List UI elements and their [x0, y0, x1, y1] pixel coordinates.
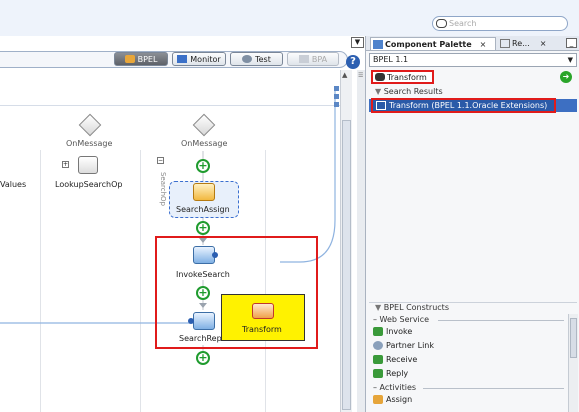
- palette-item-reply[interactable]: Reply: [373, 369, 408, 378]
- group-web-service-label: Web Service: [379, 315, 430, 324]
- group-web-service: – Web Service: [373, 315, 430, 324]
- group-activities: – Activities: [373, 383, 417, 392]
- reply-label: Reply: [386, 369, 409, 378]
- receive-label: Receive: [386, 355, 418, 364]
- reply-icon: [373, 369, 383, 378]
- palette-icon: [373, 39, 383, 49]
- constructs-header-label: BPEL Constructs: [383, 303, 449, 312]
- minimize-icon[interactable]: _: [566, 38, 577, 48]
- tab-component-label: Component Palette: [385, 39, 472, 49]
- assign-label: Assign: [386, 395, 413, 404]
- collapse-icon: ▼: [375, 303, 384, 312]
- tab-resource[interactable]: Re... ×: [498, 37, 550, 50]
- result-item-label: Transform (BPEL 1.1.Oracle Extensions): [389, 101, 548, 110]
- palette-item-assign[interactable]: Assign: [373, 395, 412, 404]
- values-label: Values: [0, 180, 27, 189]
- assign-icon: [193, 183, 215, 201]
- panel-splitter[interactable]: [357, 70, 365, 412]
- onmessage-label: OnMessage: [181, 139, 228, 148]
- assign-icon: [373, 395, 383, 404]
- results-header-label: Search Results: [383, 87, 443, 96]
- invoke-label: Invoke: [386, 327, 413, 336]
- bpel-constructs-header[interactable]: ▼ BPEL Constructs: [369, 302, 577, 313]
- search-go-icon[interactable]: ➜: [560, 71, 572, 83]
- collapse-icon: ▼: [375, 87, 384, 96]
- binoculars-icon: [375, 73, 385, 81]
- group-divider: [423, 388, 564, 389]
- add-activity-icon[interactable]: +: [196, 351, 210, 365]
- add-activity-icon[interactable]: +: [196, 221, 210, 235]
- searchassign-label: SearchAssign: [176, 205, 230, 214]
- group-divider: [438, 320, 564, 321]
- add-activity-icon[interactable]: +: [196, 159, 210, 173]
- scroll-up-arrow-icon[interactable]: ▲: [342, 71, 347, 79]
- transform-icon: [376, 101, 386, 110]
- chevron-down-icon: ▼: [567, 56, 573, 64]
- invoke-icon: [373, 327, 383, 336]
- palette-search-input[interactable]: Transform: [371, 70, 434, 84]
- collapse-toggle[interactable]: −: [157, 157, 164, 164]
- palette-item-receive[interactable]: Receive: [373, 355, 417, 364]
- lookup-scope-label: LookupSearchOp: [55, 180, 123, 189]
- scrollbar-thumb[interactable]: [342, 120, 351, 410]
- palette-search-value: Transform: [387, 72, 427, 82]
- scroll-up-arrow-icon[interactable]: ☰: [358, 72, 363, 79]
- close-icon[interactable]: ×: [540, 39, 547, 48]
- expand-toggle[interactable]: +: [62, 161, 69, 168]
- palette-item-partner-link[interactable]: Partner Link: [373, 341, 434, 350]
- close-icon[interactable]: ×: [480, 40, 487, 49]
- palette-item-invoke[interactable]: Invoke: [373, 327, 412, 336]
- scope-icon[interactable]: [78, 156, 98, 174]
- selected-library: BPEL 1.1: [373, 55, 409, 64]
- receive-icon: [373, 355, 383, 364]
- connection-grip[interactable]: [334, 94, 339, 99]
- palette-library-select[interactable]: BPEL 1.1 ▼: [369, 53, 577, 67]
- palette-scrollbar[interactable]: [568, 314, 578, 412]
- scrollbar-thumb[interactable]: [570, 318, 577, 358]
- onmessage-label: OnMessage: [66, 139, 113, 148]
- resource-icon: [500, 39, 510, 48]
- connection-grip[interactable]: [334, 102, 339, 107]
- tab-component-palette[interactable]: Component Palette ×: [370, 37, 496, 50]
- partner-link-icon: [373, 341, 383, 350]
- connection-grip[interactable]: [334, 86, 339, 91]
- scope-vertical-label: SearchOp: [159, 171, 168, 207]
- highlight-box: [155, 236, 318, 349]
- tab-re-label: Re...: [512, 39, 530, 48]
- search-result-item[interactable]: Transform (BPEL 1.1.Oracle Extensions): [371, 98, 556, 113]
- partner-link-label: Partner Link: [386, 341, 434, 350]
- group-activities-label: Activities: [379, 383, 417, 392]
- canvas-scrollbar[interactable]: [340, 70, 352, 412]
